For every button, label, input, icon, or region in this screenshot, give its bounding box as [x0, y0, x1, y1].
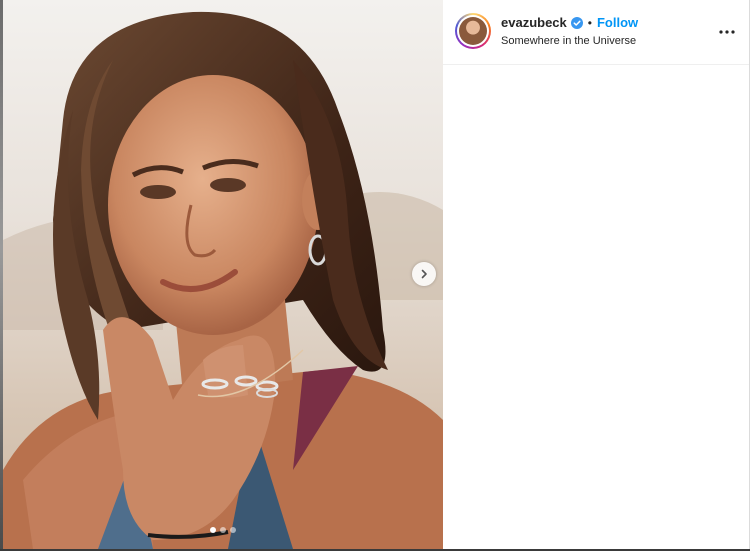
carousel-dot	[220, 527, 226, 533]
portrait-illustration	[3, 0, 443, 549]
chevron-right-icon	[421, 269, 427, 279]
location-link[interactable]: Somewhere in the Universe	[501, 35, 636, 47]
post-side-panel: evazubeck • Follow Somewhere in the Univ…	[443, 0, 750, 549]
story-ring[interactable]	[455, 13, 491, 49]
separator-dot: •	[587, 15, 592, 30]
carousel-indicator	[3, 527, 443, 533]
carousel-dot	[210, 527, 216, 533]
carousel-dot	[230, 527, 236, 533]
avatar	[459, 17, 487, 45]
more-horizontal-icon	[719, 30, 735, 34]
post-photo[interactable]	[3, 0, 443, 549]
username-link[interactable]: evazubeck	[501, 15, 567, 30]
verified-badge-icon	[570, 16, 583, 29]
carousel-next-button[interactable]	[412, 262, 436, 286]
user-line: evazubeck • Follow	[501, 15, 638, 30]
post-header: evazubeck • Follow Somewhere in the Univ…	[443, 0, 749, 65]
instagram-post: evazubeck • Follow Somewhere in the Univ…	[0, 0, 750, 551]
more-options-button[interactable]	[717, 22, 737, 42]
follow-button[interactable]: Follow	[597, 15, 638, 30]
